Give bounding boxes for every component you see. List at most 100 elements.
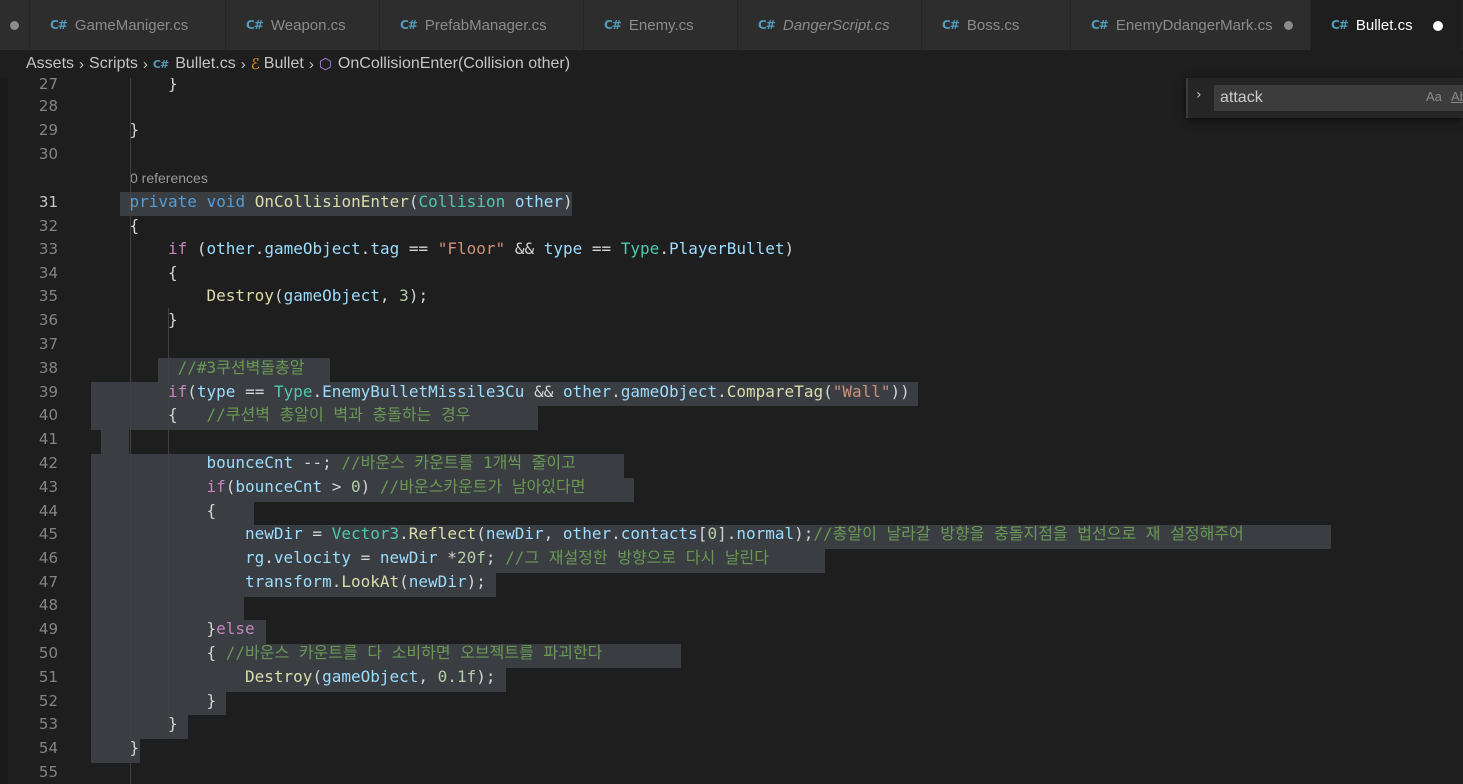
code-token: LookAt (341, 572, 400, 591)
code-token: . (717, 382, 727, 401)
code-token: ( (187, 382, 197, 401)
breadcrumb-file[interactable]: C# Bullet.cs (153, 55, 236, 73)
code-token: , (543, 524, 563, 543)
tab-label: Bullet.cs (1355, 16, 1413, 34)
code-line[interactable]: 46 rg.velocity = newDir *20f; //그 재설정한 방향… (0, 546, 1463, 570)
code-token: . (611, 382, 621, 401)
code-text: } (130, 736, 140, 760)
breadcrumb-folder-scripts[interactable]: Scripts (89, 55, 138, 73)
code-token: && (524, 382, 563, 401)
code-text: } (168, 712, 178, 736)
code-token: newDir (379, 548, 438, 567)
code-text: { (207, 499, 217, 523)
editor-tab-bar: C# GameManiger.cs C# Weapon.cs C# Prefab… (0, 0, 1463, 50)
tab-prefabmanager[interactable]: C# PrefabManager.cs (380, 0, 584, 50)
csharp-file-icon: C# (1091, 18, 1109, 32)
code-line[interactable]: 53} (0, 712, 1463, 736)
code-token: else (216, 619, 255, 638)
code-token: ( (823, 382, 833, 401)
code-token: //#3쿠션벽돌총알 (168, 358, 305, 377)
code-line[interactable]: 51 Destroy(gameObject, 0.1f); (0, 665, 1463, 689)
tab-label: DangerScript.cs (782, 16, 890, 34)
code-line[interactable]: 44 { (0, 499, 1463, 523)
code-token: gameObject (264, 239, 361, 258)
modified-dot-icon[interactable] (1433, 21, 1443, 31)
code-line[interactable]: 55 (0, 760, 1463, 784)
code-token: //바운스 카운트를 다 소비하면 오브젝트를 파괴한다 (225, 643, 603, 662)
chevron-right-icon: › (308, 55, 314, 73)
tab-enemyddangermark[interactable]: C# EnemyDdangerMark.cs (1071, 0, 1311, 50)
tab-overflow-indicator[interactable] (0, 0, 30, 50)
code-line[interactable]: 39 if(type == Type.EnemyBulletMissile3Cu … (0, 380, 1463, 404)
code-token: "Floor" (437, 239, 506, 258)
code-token: //바운스 카운트를 1개씩 줄이고 (341, 453, 576, 472)
code-token: Destroy (245, 667, 313, 686)
code-token: . (659, 239, 669, 258)
modified-dot-icon (10, 20, 19, 30)
breadcrumb-class[interactable]: ℰ Bullet (251, 55, 304, 73)
code-token: ) (784, 239, 795, 258)
code-token: //쿠션벽 총알이 벽과 충돌하는 경우 (206, 405, 471, 424)
line-number: 39 (38, 383, 58, 401)
code-line[interactable]: 41 (0, 427, 1463, 451)
code-line[interactable]: 32 { (0, 214, 1463, 238)
tab-label: Boss.cs (966, 16, 1020, 34)
code-token: . (331, 572, 342, 591)
breadcrumb-folder-assets[interactable]: Assets (26, 55, 74, 73)
csharp-file-icon: C# (50, 18, 68, 32)
line-number: 28 (38, 97, 58, 115)
code-token: ( (408, 192, 419, 211)
code-line[interactable]: 50 { //바운스 카운트를 다 소비하면 오브젝트를 파괴한다 (0, 641, 1463, 665)
breadcrumb-method[interactable]: ⬡ OnCollisionEnter(Collision other) (319, 55, 570, 73)
tab-weapon[interactable]: C# Weapon.cs (226, 0, 380, 50)
code-line[interactable]: 49}else (0, 617, 1463, 641)
code-text: //#3쿠션벽돌총알 (168, 356, 305, 380)
match-whole-word-option[interactable]: Ab (1451, 89, 1463, 104)
code-line[interactable]: 45 newDir = Vector3.Reflect(newDir, other… (0, 522, 1463, 546)
code-line[interactable]: 47 transform.LookAt(newDir); (0, 570, 1463, 594)
code-token: == (399, 239, 438, 258)
modified-dot-icon[interactable] (1284, 21, 1293, 30)
code-line[interactable]: 34 { (0, 261, 1463, 285)
toggle-replace-chevron-icon[interactable]: › (1196, 87, 1202, 103)
code-token: OnCollisionEnter (254, 192, 409, 211)
code-line[interactable]: 33 if (other.gameObject.tag == "Floor" &&… (0, 237, 1463, 261)
code-line[interactable]: 30 (0, 142, 1463, 166)
code-line[interactable]: 38 //#3쿠션벽돌총알 (0, 356, 1463, 380)
line-number: 36 (38, 311, 58, 329)
tab-bullet[interactable]: C# Bullet.cs (1311, 0, 1463, 50)
code-line[interactable]: 36} (0, 308, 1463, 332)
code-token: ); (408, 286, 429, 305)
code-line[interactable]: 48 (0, 593, 1463, 617)
line-number: 37 (38, 335, 58, 353)
csharp-file-icon: C# (400, 18, 418, 32)
line-number: 30 (38, 145, 58, 163)
code-token: transform (245, 572, 332, 591)
code-token: 20f (456, 548, 486, 567)
code-line[interactable]: 54} (0, 736, 1463, 760)
code-token: } (168, 310, 178, 329)
code-token: other (514, 192, 564, 211)
tab-gamemaniger[interactable]: C# GameManiger.cs (30, 0, 226, 50)
code-line[interactable]: 37 (0, 332, 1463, 356)
code-line[interactable]: 43 if(bounceCnt > 0) //바운스카운트가 남아있다면 (0, 475, 1463, 499)
match-case-option[interactable]: Aa (1426, 89, 1442, 104)
code-line[interactable]: 42 bounceCnt --; //바운스 카운트를 1개씩 줄이고 (0, 451, 1463, 475)
tab-enemy[interactable]: C# Enemy.cs (584, 0, 738, 50)
tab-boss[interactable]: C# Boss.cs (922, 0, 1071, 50)
code-line[interactable]: 35 Destroy(gameObject, 3); (0, 284, 1463, 308)
code-token: gameObject (283, 286, 380, 305)
code-line[interactable]: 29} (0, 118, 1463, 142)
codelens-references[interactable]: 0 references (130, 166, 208, 190)
line-number: 32 (38, 217, 58, 235)
code-token: == (235, 382, 274, 401)
code-token: other (562, 524, 612, 543)
chevron-right-icon: › (142, 55, 148, 73)
code-line[interactable]: 31 private void OnCollisionEnter(Collisio… (0, 190, 1463, 214)
code-token: other (562, 382, 612, 401)
line-number: 50 (38, 644, 58, 662)
code-line[interactable]: 52} (0, 689, 1463, 713)
tab-dangerscript[interactable]: C# DangerScript.cs (738, 0, 922, 50)
code-editor[interactable]: 0 references 27} 28 29} 30 31 private void On… (0, 78, 1463, 784)
code-line[interactable]: 40 { //쿠션벽 총알이 벽과 충돌하는 경우 (0, 403, 1463, 427)
